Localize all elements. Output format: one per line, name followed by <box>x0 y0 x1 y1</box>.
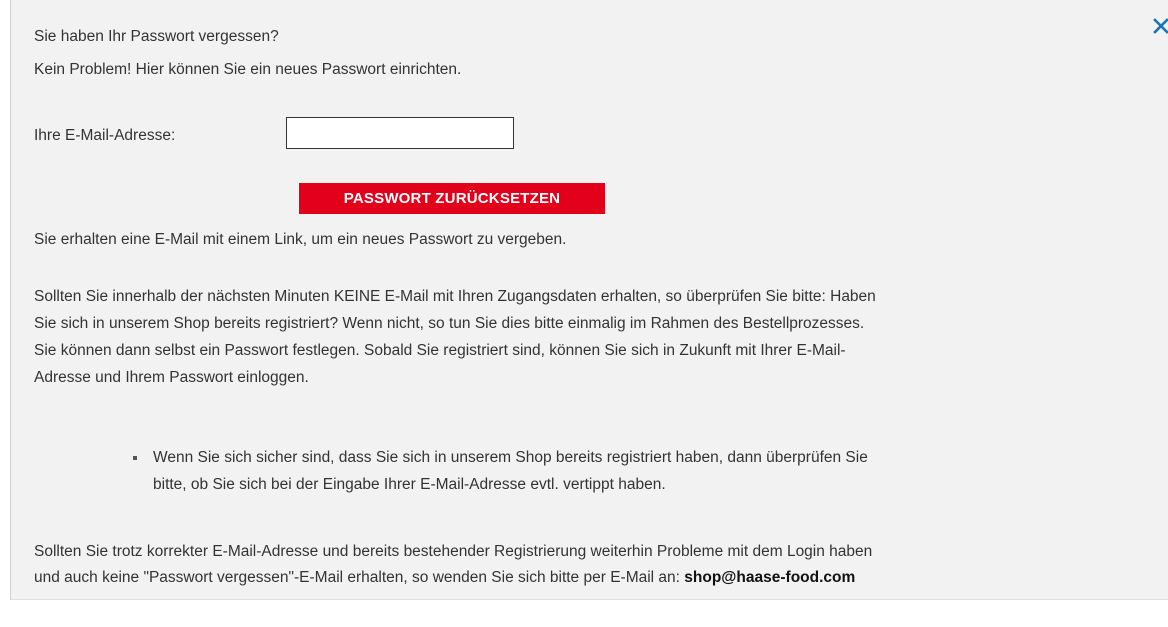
close-icon[interactable] <box>1153 18 1168 34</box>
reset-password-button[interactable]: PASSWORT ZURÜCKSETZEN <box>299 183 605 214</box>
email-label: Ihre E-Mail-Adresse: <box>34 127 176 144</box>
info-paragraph-line: Adresse und Ihrem Passwort einloggen. <box>34 369 309 386</box>
info-paragraph-line: Sollten Sie innerhalb der nächsten Minut… <box>34 288 876 305</box>
page-background-bottom <box>0 600 1168 627</box>
page-background-left <box>0 0 10 627</box>
bullet-text-line: bitte, ob Sie sich bei der Eingabe Ihrer… <box>153 476 666 493</box>
dialog-heading: Sie haben Ihr Passwort vergessen? <box>34 28 279 45</box>
forgot-password-dialog: Sie haben Ihr Passwort vergessen? Kein P… <box>10 0 1168 600</box>
info-paragraph-line: Sie sich in unserem Shop bereits registr… <box>34 315 865 332</box>
bullet-icon <box>133 456 137 460</box>
confirmation-text: Sie erhalten eine E-Mail mit einem Link,… <box>34 231 567 248</box>
info-paragraph-line: Sie können dann selbst ein Passwort fest… <box>34 342 846 359</box>
dialog-subheading: Kein Problem! Hier können Sie ein neues … <box>34 61 462 78</box>
support-paragraph-line: Sollten Sie trotz korrekter E-Mail-Adres… <box>34 543 873 560</box>
email-field[interactable] <box>286 117 514 149</box>
support-email-link[interactable]: shop@haase-food.com <box>684 569 855 586</box>
bullet-text-line: Wenn Sie sich sicher sind, dass Sie sich… <box>153 449 868 466</box>
support-paragraph-line: und auch keine "Passwort vergessen"-E-Ma… <box>34 567 855 589</box>
support-paragraph-text: und auch keine "Passwort vergessen"-E-Ma… <box>34 569 685 586</box>
